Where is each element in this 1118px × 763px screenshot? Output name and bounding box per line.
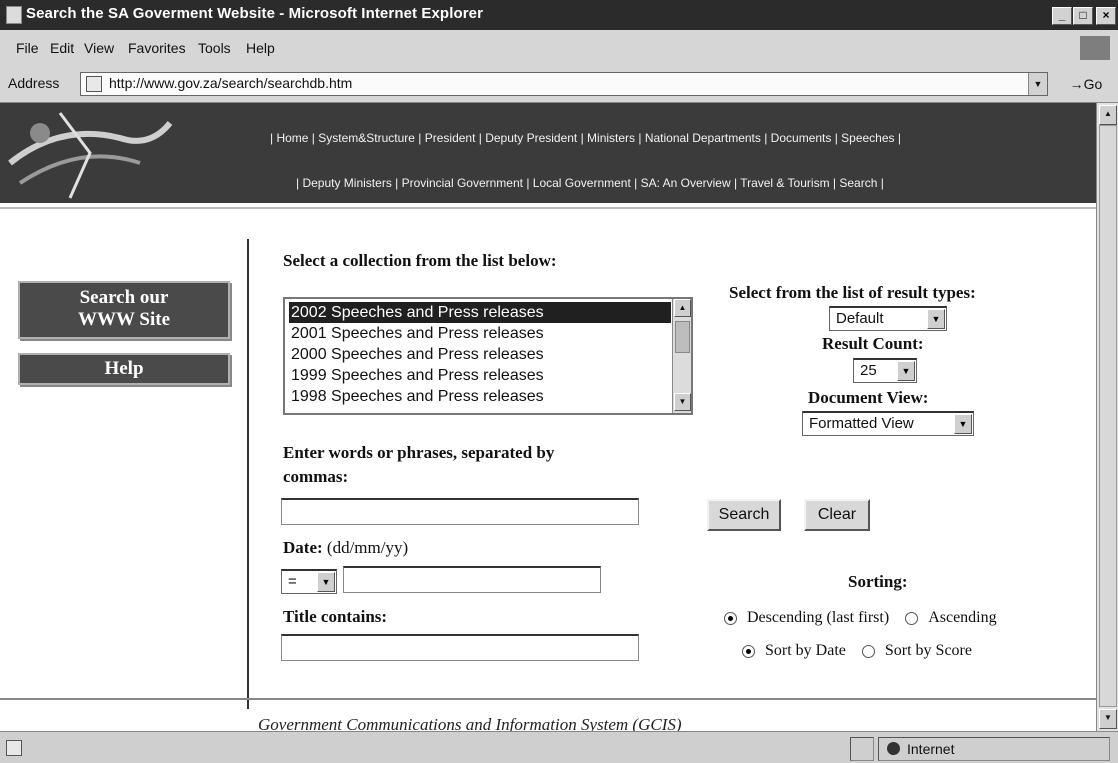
security-zone-label: Internet xyxy=(907,741,955,757)
document-view-value: Formatted View xyxy=(809,415,914,432)
security-zone-pane: Internet xyxy=(878,737,1110,761)
chevron-down-icon[interactable]: ▼ xyxy=(897,361,915,381)
result-count-select[interactable]: 25 ▼ xyxy=(853,358,917,383)
sort-by-score-label: Sort by Score xyxy=(884,642,972,659)
coat-of-arms-logo xyxy=(8,112,173,199)
title-input[interactable] xyxy=(281,634,639,661)
list-scrollbar[interactable]: ▲ ▼ xyxy=(672,299,691,413)
scroll-down-icon[interactable]: ▼ xyxy=(674,393,691,411)
search-our-site-button[interactable]: Search our WWW Site xyxy=(18,281,230,339)
menu-favorites[interactable]: Favorites xyxy=(128,40,186,56)
words-label-line-1: Enter words or phrases, separated by xyxy=(283,443,555,462)
words-label-line-2: commas: xyxy=(283,467,349,486)
nav-links-row-1[interactable]: | Home | System&Structure | President | … xyxy=(270,131,901,145)
scroll-up-icon[interactable]: ▲ xyxy=(674,299,691,317)
result-type-value: Default xyxy=(836,310,884,327)
chevron-down-icon[interactable]: ▼ xyxy=(317,572,335,592)
chevron-down-icon[interactable]: ▼ xyxy=(954,414,972,434)
date-format-hint: (dd/mm/yy) xyxy=(326,538,409,557)
sidebar-divider xyxy=(247,239,249,709)
maximize-button[interactable]: □ xyxy=(1073,7,1093,25)
status-bar: Internet xyxy=(0,731,1118,763)
list-item[interactable]: 2002 Speeches and Press releases xyxy=(289,302,671,323)
result-types-label: Select from the list of result types: xyxy=(729,283,976,302)
address-input[interactable]: http://www.gov.za/search/searchdb.htm ▼ xyxy=(80,72,1048,96)
ie-page-icon xyxy=(6,6,22,24)
search-button[interactable]: Search xyxy=(707,499,781,531)
address-bar: Address http://www.gov.za/search/searchd… xyxy=(0,64,1118,103)
ascending-label: Ascending xyxy=(928,609,997,626)
search-button-line-1: Search our xyxy=(79,287,169,308)
words-input[interactable] xyxy=(281,498,639,525)
close-button[interactable]: × xyxy=(1096,7,1116,25)
document-view-select[interactable]: Formatted View ▼ xyxy=(802,411,974,436)
nav-links-row-2[interactable]: | Deputy Ministers | Provincial Governme… xyxy=(296,176,884,190)
menu-tools[interactable]: Tools xyxy=(198,40,231,56)
date-operator-value: = xyxy=(288,573,297,590)
footer-credit: Government Communications and Informatio… xyxy=(258,715,682,731)
result-type-select[interactable]: Default ▼ xyxy=(829,306,947,331)
date-label-row: Date: (dd/mm/yy) xyxy=(283,538,408,558)
document-view-label: Document View: xyxy=(808,388,929,407)
address-url: http://www.gov.za/search/searchdb.htm xyxy=(109,75,353,91)
date-label: Date: xyxy=(283,538,323,557)
result-count-label: Result Count: xyxy=(822,334,924,353)
minimize-button[interactable]: _ xyxy=(1052,7,1072,25)
page-scrollbar[interactable]: ▲ ▼ xyxy=(1096,103,1118,731)
globe-icon xyxy=(887,742,900,755)
scroll-thumb[interactable] xyxy=(675,321,690,353)
site-banner: | Home | System&Structure | President | … xyxy=(0,103,1096,203)
status-pane xyxy=(850,737,874,761)
chevron-down-icon[interactable]: ▼ xyxy=(927,309,945,329)
menu-bar: File Edit View Favorites Tools Help xyxy=(0,30,1118,65)
scroll-up-icon[interactable]: ▲ xyxy=(1099,105,1117,125)
descending-radio[interactable] xyxy=(724,611,737,625)
sortby-options: Sort by Date Sort by Score xyxy=(742,642,972,660)
sort-by-date-label: Sort by Date xyxy=(765,642,846,659)
menu-edit[interactable]: Edit xyxy=(50,40,74,56)
windows-logo-icon xyxy=(1080,36,1110,60)
date-input[interactable] xyxy=(343,566,601,593)
menu-help[interactable]: Help xyxy=(246,40,275,56)
address-label: Address xyxy=(8,75,60,91)
menu-view[interactable]: View xyxy=(84,40,114,56)
banner-divider xyxy=(0,207,1096,209)
title-bar: Search the SA Goverment Website - Micros… xyxy=(0,0,1118,30)
footer-divider xyxy=(0,698,1096,700)
chevron-down-icon[interactable]: ▼ xyxy=(1028,73,1047,95)
descending-label: Descending (last first) xyxy=(747,609,890,626)
menu-file[interactable]: File xyxy=(16,40,39,56)
result-count-value: 25 xyxy=(860,362,877,379)
list-item[interactable]: 2000 Speeches and Press releases xyxy=(289,344,671,365)
order-options: Descending (last first) Ascending xyxy=(724,609,997,627)
go-button[interactable]: →Go xyxy=(1060,72,1112,96)
scroll-thumb[interactable] xyxy=(1099,125,1117,707)
sort-by-score-radio[interactable] xyxy=(861,644,875,658)
list-item[interactable]: 1999 Speeches and Press releases xyxy=(289,365,671,386)
scroll-down-icon[interactable]: ▼ xyxy=(1099,709,1117,729)
clear-button[interactable]: Clear xyxy=(804,499,870,531)
window-title: Search the SA Goverment Website - Micros… xyxy=(26,5,484,22)
collection-listbox[interactable]: 2002 Speeches and Press releases 2001 Sp… xyxy=(283,297,693,415)
sort-by-date-radio[interactable] xyxy=(742,644,755,658)
sorting-label: Sorting: xyxy=(848,572,908,591)
list-item[interactable]: 1998 Speeches and Press releases xyxy=(289,386,671,407)
ascending-radio[interactable] xyxy=(905,611,919,625)
page-content: | Home | System&Structure | President | … xyxy=(0,103,1096,731)
collection-label: Select a collection from the list below: xyxy=(283,251,557,270)
list-item[interactable]: 2001 Speeches and Press releases xyxy=(289,323,671,344)
help-button[interactable]: Help xyxy=(18,353,230,385)
page-status-icon xyxy=(6,740,22,756)
date-operator-select[interactable]: = ▼ xyxy=(281,569,337,594)
search-button-line-2: WWW Site xyxy=(77,309,170,330)
title-contains-label: Title contains: xyxy=(283,607,388,626)
page-icon xyxy=(86,76,102,92)
